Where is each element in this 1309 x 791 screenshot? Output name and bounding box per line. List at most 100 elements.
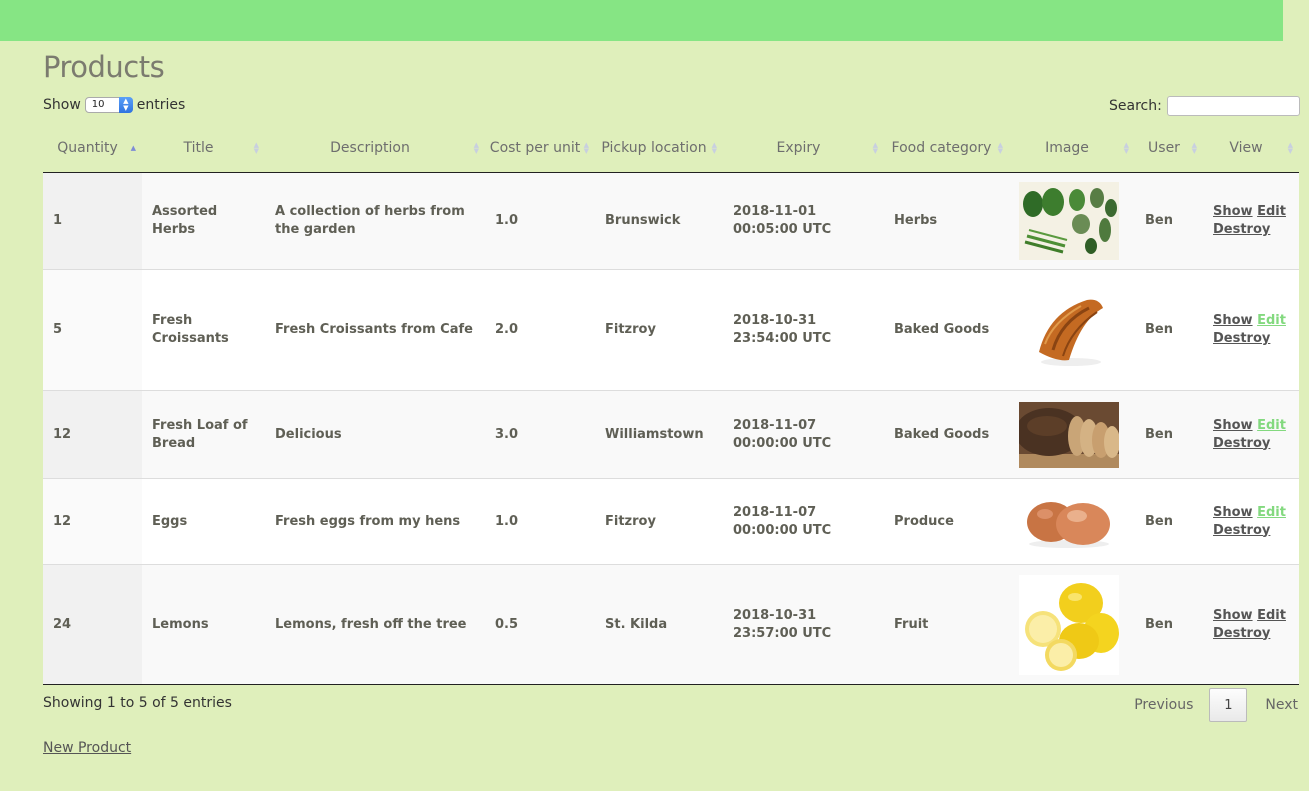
location-cell: Williamstown (595, 390, 723, 479)
image-cell (1009, 390, 1135, 479)
next-page-button[interactable]: Next (1265, 697, 1298, 713)
top-bar (0, 0, 1283, 41)
view-actions-cell: Show Edit Destroy (1203, 564, 1299, 685)
image-cell (1009, 172, 1135, 270)
sort-icon: ▲ ▼ (1191, 140, 1197, 155)
expiry-cell: 2018-11-01 00:05:00 UTC (723, 172, 884, 270)
entries-per-page-value: 10 (91, 99, 105, 110)
description-cell: Lemons, fresh off the tree (265, 564, 485, 685)
show-link[interactable]: Show (1213, 204, 1253, 219)
quantity-cell: 5 (43, 269, 142, 391)
current-page-button[interactable]: 1 (1209, 688, 1248, 722)
description-cell: Delicious (265, 390, 485, 479)
herbs-image (1019, 182, 1119, 260)
show-label: Show (43, 97, 81, 113)
user-cell: Ben (1135, 390, 1203, 479)
location-cell: Brunswick (595, 172, 723, 270)
location-cell: Fitzroy (595, 269, 723, 391)
column-header-user[interactable]: User ▲ ▼ (1135, 123, 1203, 173)
category-cell: Baked Goods (884, 269, 1009, 391)
destroy-link[interactable]: Destroy (1213, 626, 1270, 641)
destroy-link[interactable]: Destroy (1213, 523, 1270, 538)
column-header-title[interactable]: Title ▲ ▼ (142, 123, 265, 173)
previous-page-button[interactable]: Previous (1134, 697, 1193, 713)
expiry-cell: 2018-11-07 00:00:00 UTC (723, 390, 884, 479)
show-link[interactable]: Show (1213, 418, 1253, 433)
column-header-cost[interactable]: Cost per unit ▲ ▼ (485, 123, 595, 173)
user-cell: Ben (1135, 478, 1203, 565)
column-header-description[interactable]: Description ▲ ▼ (265, 123, 485, 173)
quantity-cell: 24 (43, 564, 142, 685)
sort-icon: ▲ ▼ (872, 140, 878, 155)
column-header-category[interactable]: Food category ▲ ▼ (884, 123, 1009, 173)
location-cell: St. Kilda (595, 564, 723, 685)
column-header-expiry[interactable]: Expiry ▲ ▼ (723, 123, 884, 173)
category-cell: Herbs (884, 172, 1009, 270)
croissant-image (1019, 290, 1119, 370)
title-cell: Lemons (142, 564, 265, 685)
table-row: 5 Fresh Croissants Fresh Croissants from… (43, 269, 1299, 391)
destroy-link[interactable]: Destroy (1213, 436, 1270, 451)
category-cell: Fruit (884, 564, 1009, 685)
description-cell: Fresh eggs from my hens (265, 478, 485, 565)
sort-icon: ▲ ▼ (583, 140, 589, 155)
table-header-row: Quantity ▲ Title ▲ ▼ Description ▲ ▼ Cost per… (43, 123, 1299, 173)
expiry-cell: 2018-10-31 23:54:00 UTC (723, 269, 884, 391)
entries-per-page-select[interactable]: 10 ▲ ▼ (84, 97, 133, 113)
show-link[interactable]: Show (1213, 608, 1253, 623)
view-actions-cell: Show Edit Destroy (1203, 390, 1299, 479)
sort-icon: ▲ ▼ (711, 140, 717, 155)
title-cell: Eggs (142, 478, 265, 565)
quantity-cell: 1 (43, 172, 142, 270)
edit-link[interactable]: Edit (1257, 505, 1286, 520)
cost-cell: 1.0 (485, 478, 595, 565)
table-row: 12 Fresh Loaf of Bread Delicious 3.0 Wil… (43, 390, 1299, 479)
new-product-link[interactable]: New Product (43, 740, 131, 756)
search-label: Search: (1109, 98, 1162, 114)
user-cell: Ben (1135, 269, 1203, 391)
cost-cell: 1.0 (485, 172, 595, 270)
edit-link[interactable]: Edit (1257, 204, 1286, 219)
select-arrows-icon: ▲ ▼ (118, 97, 133, 113)
show-link[interactable]: Show (1213, 313, 1253, 328)
edit-link[interactable]: Edit (1257, 313, 1286, 328)
search-control: Search: (1109, 96, 1300, 116)
cost-cell: 0.5 (485, 564, 595, 685)
description-cell: Fresh Croissants from Cafe (265, 269, 485, 391)
table-row: 24 Lemons Lemons, fresh off the tree 0.5… (43, 564, 1299, 685)
image-cell (1009, 269, 1135, 391)
title-cell: Fresh Loaf of Bread (142, 390, 265, 479)
sort-icon: ▲ ▼ (997, 140, 1003, 155)
search-input[interactable] (1166, 96, 1300, 116)
view-actions-cell: Show Edit Destroy (1203, 269, 1299, 391)
cost-cell: 3.0 (485, 390, 595, 479)
image-cell (1009, 564, 1135, 685)
expiry-cell: 2018-10-31 23:57:00 UTC (723, 564, 884, 685)
cost-cell: 2.0 (485, 269, 595, 391)
sort-ascending-icon: ▲ (130, 143, 136, 152)
edit-link[interactable]: Edit (1257, 418, 1286, 433)
location-cell: Fitzroy (595, 478, 723, 565)
entries-length-control: Show 10 ▲ ▼ entries (43, 97, 185, 113)
column-header-quantity[interactable]: Quantity ▲ (43, 123, 142, 173)
show-link[interactable]: Show (1213, 505, 1253, 520)
category-cell: Baked Goods (884, 390, 1009, 479)
page-title: Products (43, 50, 165, 84)
destroy-link[interactable]: Destroy (1213, 331, 1270, 346)
table-row: 12 Eggs Fresh eggs from my hens 1.0 Fitz… (43, 478, 1299, 565)
column-header-location[interactable]: Pickup location ▲ ▼ (595, 123, 723, 173)
user-cell: Ben (1135, 172, 1203, 270)
quantity-cell: 12 (43, 390, 142, 479)
destroy-link[interactable]: Destroy (1213, 222, 1270, 237)
quantity-cell: 12 (43, 478, 142, 565)
view-actions-cell: Show Edit Destroy (1203, 478, 1299, 565)
products-table: Quantity ▲ Title ▲ ▼ Description ▲ ▼ Cost per… (43, 123, 1299, 685)
title-cell: Fresh Croissants (142, 269, 265, 391)
title-cell: Assorted Herbs (142, 172, 265, 270)
category-cell: Produce (884, 478, 1009, 565)
edit-link[interactable]: Edit (1257, 608, 1286, 623)
sort-icon: ▲ ▼ (253, 140, 259, 155)
column-header-image[interactable]: Image ▲ ▼ (1009, 123, 1135, 173)
eggs-image (1019, 491, 1119, 552)
column-header-view[interactable]: View ▲ ▼ (1203, 123, 1299, 173)
